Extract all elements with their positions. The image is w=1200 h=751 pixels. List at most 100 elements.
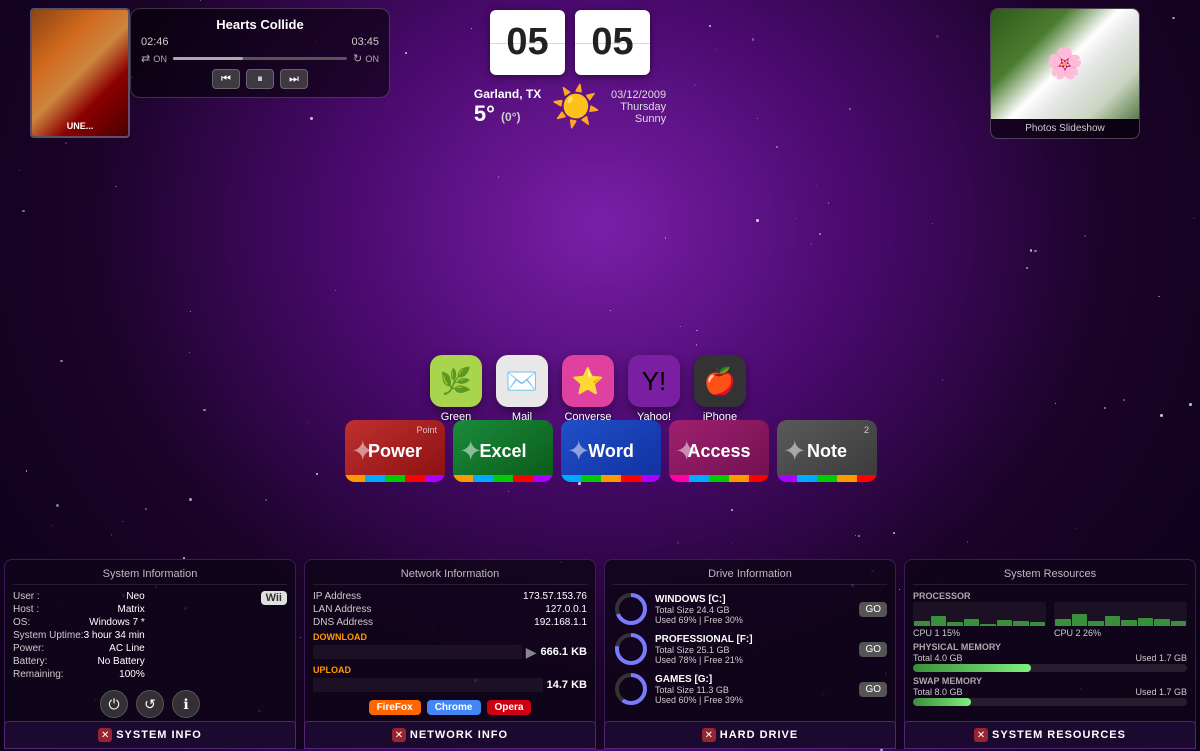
cpu2-label: CPU 2 xyxy=(1054,628,1081,638)
drive-name-0: WINDOWS [C:] xyxy=(655,594,726,605)
album-text: UNE... xyxy=(67,121,94,131)
clock-minute: 05 xyxy=(575,10,650,75)
footer-close-3[interactable]: ✕ xyxy=(974,728,988,742)
drive-go-btn-2[interactable]: GO xyxy=(859,682,887,697)
cpu1-pct: 15% xyxy=(942,628,960,638)
photos-widget[interactable]: 🌸 Photos Slideshow xyxy=(990,8,1140,139)
app-icons-row: 🌿 Green ✉️ Mail ⭐ Converse Y! Yahoo! 🍎 i… xyxy=(430,355,746,423)
drive-go-btn-0[interactable]: GO xyxy=(859,602,887,617)
office-icon-excel[interactable]: ✦ Excel xyxy=(453,420,553,482)
cpu2-graph xyxy=(1054,602,1187,626)
physical-bar-bg xyxy=(913,664,1187,672)
os-row: OS: Windows 7 * xyxy=(13,617,145,628)
drive-free-1: Free 21% xyxy=(704,655,743,665)
app-icon-emoji-iphone: 🍎 xyxy=(704,366,736,397)
app-icon-green[interactable]: 🌿 Green xyxy=(430,355,482,423)
system-resources-title: System Resources xyxy=(913,568,1187,585)
upload-label: UPLOAD xyxy=(313,665,587,675)
drive-info-0: WINDOWS [C:] Total Size 24.4 GB Used 69%… xyxy=(655,594,853,625)
footer-close-0[interactable]: ✕ xyxy=(98,728,112,742)
prev-button[interactable]: ⏮ xyxy=(212,69,240,89)
footer-close-1[interactable]: ✕ xyxy=(392,728,406,742)
power-btn[interactable]: ⏻ xyxy=(100,690,128,718)
cpu1-item: CPU 1 15% xyxy=(913,602,1046,638)
footer-item-3: ✕ SYSTEM RESOURCES xyxy=(904,721,1196,749)
app-icon-emoji-yahoo: Y! xyxy=(642,366,667,397)
music-time-total: 03:45 xyxy=(351,36,379,48)
app-icon-img-mail: ✉️ xyxy=(496,355,548,407)
drive-used-1: Used 78% xyxy=(655,655,697,665)
drive-row-0: WINDOWS [C:] Total Size 24.4 GB Used 69%… xyxy=(613,591,887,627)
office-label-excel: Excel xyxy=(479,441,526,462)
app-icon-emoji-mail: ✉️ xyxy=(506,366,538,397)
info-btn[interactable]: ℹ xyxy=(172,690,200,718)
app-icon-mail[interactable]: ✉️ Mail xyxy=(496,355,548,423)
app-icon-converse[interactable]: ⭐ Converse xyxy=(562,355,614,423)
drive-rows: WINDOWS [C:] Total Size 24.4 GB Used 69%… xyxy=(613,591,887,707)
next-button[interactable]: ⏭ xyxy=(280,69,308,89)
office-icon-access[interactable]: ✦ Access xyxy=(669,420,769,482)
host-row: Host : Matrix xyxy=(13,604,145,615)
music-progress xyxy=(173,57,347,60)
footer-close-2[interactable]: ✕ xyxy=(702,728,716,742)
photos-image: 🌸 xyxy=(991,9,1139,119)
app-icon-iphone[interactable]: 🍎 iPhone xyxy=(694,355,746,423)
power-row: Power:AC Line xyxy=(13,643,145,654)
photos-flowers-icon: 🌸 xyxy=(1046,47,1083,82)
office-icon-img-power: ✦ Power Point xyxy=(345,420,445,482)
office-label-note: Note xyxy=(807,441,847,462)
weather-day: Thursday xyxy=(611,101,666,113)
drive-go-btn-1[interactable]: GO xyxy=(859,642,887,657)
office-icon-power[interactable]: ✦ Power Point xyxy=(345,420,445,482)
music-widget: Hearts Collide 02:46 03:45 ⇄ ON ↻ ON ⏮ ⏸… xyxy=(130,8,390,98)
app-icon-img-green: 🌿 xyxy=(430,355,482,407)
drive-info-1: PROFESSIONAL [F:] Total Size 25.1 GB Use… xyxy=(655,634,853,665)
physical-used: Used 1.7 GB xyxy=(1135,653,1187,663)
swap-bar-bg xyxy=(913,698,1187,706)
footer-label-0: SYSTEM INFO xyxy=(116,729,202,741)
office-icons-row: ✦ Power Point ✦ Excel ✦ Word ✦ Access ✦ xyxy=(345,420,877,482)
drive-free-0: Free 30% xyxy=(704,615,743,625)
cpu1-bars xyxy=(913,602,1046,626)
user-row: User : Neo xyxy=(13,591,145,602)
office-label-access: Access xyxy=(687,441,750,462)
download-label: DOWNLOAD xyxy=(313,632,587,642)
album-art: UNE... xyxy=(30,8,130,138)
music-controls-row: ⇄ ON ↻ ON xyxy=(141,52,379,65)
firefox-btn[interactable]: FireFox xyxy=(369,700,421,715)
music-progress-fill xyxy=(173,57,243,60)
weather-date: 03/12/2009 xyxy=(611,89,666,101)
music-times: 02:46 03:45 xyxy=(141,36,379,48)
play-pause-button[interactable]: ⏸ xyxy=(246,69,274,89)
swap-used: Used 1.7 GB xyxy=(1135,687,1187,697)
clock-widget: 05 05 Garland, TX 5° (0°) ☀️ 03/12/2009 … xyxy=(460,10,680,130)
app-icon-img-iphone: 🍎 xyxy=(694,355,746,407)
opera-btn[interactable]: Opera xyxy=(487,700,532,715)
office-ribbon-excel xyxy=(453,475,553,482)
panel-footer: ✕ SYSTEM INFO ✕ NETWORK INFO ✕ HARD DRIV… xyxy=(0,721,1200,749)
system-btn-row: ⏻ ↺ ℹ xyxy=(13,690,287,718)
repeat-icon: ↻ ON xyxy=(353,52,379,65)
clock-hour: 05 xyxy=(490,10,565,75)
processor-label: PROCESSOR xyxy=(913,591,1187,601)
swap-label: SWAP MEMORY xyxy=(913,676,1187,686)
chrome-btn[interactable]: Chrome xyxy=(427,700,481,715)
app-icon-yahoo[interactable]: Y! Yahoo! xyxy=(628,355,680,423)
cpu2-pct: 26% xyxy=(1083,628,1101,638)
physical-bar-fill xyxy=(913,664,1031,672)
browser-buttons: FireFox Chrome Opera xyxy=(313,700,587,715)
refresh-btn[interactable]: ↺ xyxy=(136,690,164,718)
footer-item-0: ✕ SYSTEM INFO xyxy=(4,721,296,749)
office-icon-note[interactable]: ✦ Note 2 xyxy=(777,420,877,482)
ip-row: IP Address 173.57.153.76 xyxy=(313,591,587,602)
office-icon-word[interactable]: ✦ Word xyxy=(561,420,661,482)
upload-value: 14.7 KB xyxy=(547,679,587,691)
remaining-row: Remaining:100% xyxy=(13,669,145,680)
footer-item-1: ✕ NETWORK INFO xyxy=(304,721,596,749)
weather-temp: 5° (0°) xyxy=(474,101,541,127)
footer-item-2: ✕ HARD DRIVE xyxy=(604,721,896,749)
photos-label: Photos Slideshow xyxy=(991,119,1139,138)
upload-graph xyxy=(313,678,543,692)
shuffle-icon: ⇄ ON xyxy=(141,52,167,65)
office-icon-img-note: ✦ Note 2 xyxy=(777,420,877,482)
